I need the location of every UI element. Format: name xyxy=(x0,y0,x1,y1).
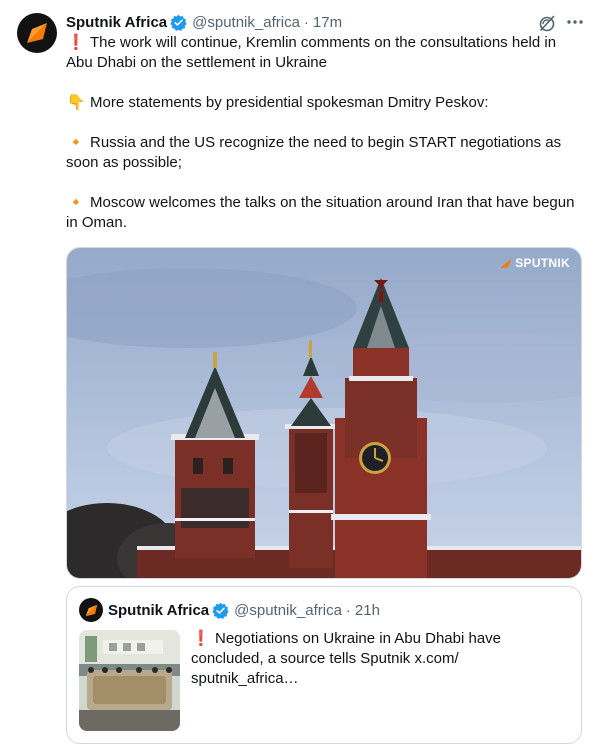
tweet-text-paragraph-1: ❗ The work will continue, Kremlin comment… xyxy=(66,33,581,73)
sputnik-logo-icon xyxy=(27,23,47,43)
tweet-timestamp[interactable]: 17m xyxy=(313,14,342,31)
sputnik-logo-icon xyxy=(85,604,97,616)
quoted-tweet-timestamp: 21h xyxy=(354,601,380,619)
orange-diamond-icon: 🔸 xyxy=(66,134,86,151)
more-icon[interactable] xyxy=(563,11,587,33)
tweet-text-paragraph-3: 🔸 Russia and the US recognize the need to… xyxy=(66,133,581,173)
sputnik-watermark: SPUTNIK xyxy=(499,256,570,270)
quoted-tweet-thumbnail xyxy=(79,630,180,731)
tweet-text-4: Moscow welcomes the talks on the situati… xyxy=(66,194,575,231)
tweet[interactable]: Sputnik Africa @sputnik_africa · 17m ❗ Th… xyxy=(0,0,599,753)
author-avatar[interactable] xyxy=(17,13,57,53)
tweet-text-paragraph-2: 👇 More statements by presidential spokesm… xyxy=(66,93,581,113)
tweet-text-2: More statements by presidential spokesma… xyxy=(90,94,489,111)
quoted-author-handle: @sputnik_africa xyxy=(234,601,342,619)
author-name[interactable]: Sputnik Africa xyxy=(66,14,167,31)
tweet-image[interactable]: SPUTNIK xyxy=(66,247,582,579)
watermark-text: SPUTNIK xyxy=(515,256,570,270)
orange-diamond-icon: 🔸 xyxy=(66,194,86,211)
exclamation-icon: ❗ xyxy=(66,34,86,51)
separator-dot: · xyxy=(345,601,351,619)
quoted-tweet[interactable]: Sputnik Africa @sputnik_africa · 21h ❗ N… xyxy=(66,586,582,744)
tweet-text-paragraph-4: 🔸 Moscow welcomes the talks on the situat… xyxy=(66,193,581,233)
pointing-down-icon: 👇 xyxy=(66,94,86,111)
quoted-author-avatar xyxy=(79,598,103,622)
separator-dot: · xyxy=(303,13,309,31)
tweet-text-3: Russia and the US recognize the need to … xyxy=(66,134,562,171)
exclamation-icon: ❗ xyxy=(191,630,211,647)
quoted-author-name: Sputnik Africa xyxy=(108,601,210,619)
grok-icon[interactable] xyxy=(537,13,557,33)
author-handle[interactable]: @sputnik_africa xyxy=(192,14,300,31)
tweet-text-1: The work will continue, Kremlin comments… xyxy=(66,34,557,71)
quoted-text: Negotiations on Ukraine in Abu Dhabi hav… xyxy=(191,630,502,687)
quoted-tweet-header: Sputnik Africa @sputnik_africa · 21h xyxy=(108,600,380,620)
sputnik-watermark-icon xyxy=(500,258,512,268)
tweet-header: Sputnik Africa @sputnik_africa · 17m xyxy=(66,12,342,32)
verified-badge-icon[interactable] xyxy=(170,14,187,31)
kremlin-photo xyxy=(67,248,581,578)
quoted-tweet-text: ❗ Negotiations on Ukraine in Abu Dhabi ha… xyxy=(191,629,551,689)
verified-badge-icon xyxy=(212,602,229,619)
